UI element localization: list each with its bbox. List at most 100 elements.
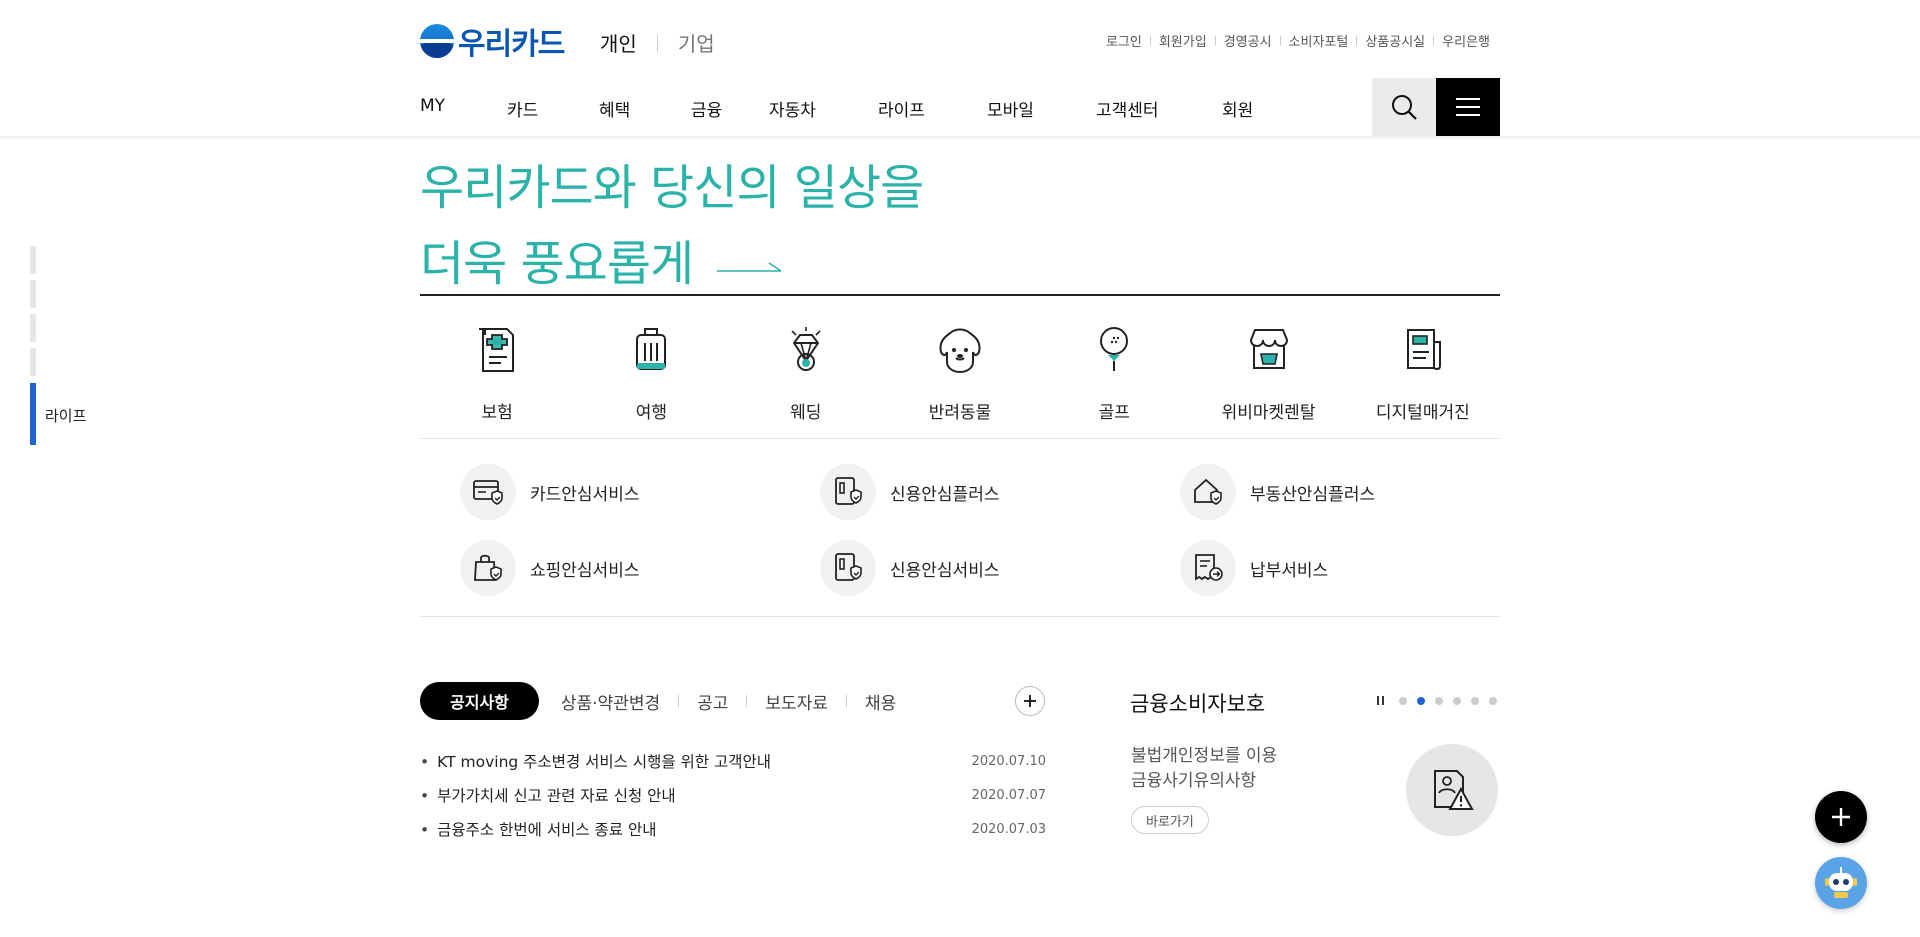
divider (1433, 35, 1435, 46)
woori-bank-link[interactable]: 우리은행 (1442, 31, 1490, 50)
section-indicator-item[interactable] (30, 246, 36, 274)
category-wibee-market-rental[interactable]: 위비마켓렌탈 (1191, 322, 1345, 423)
notice-more-button[interactable] (1015, 686, 1045, 716)
tab-notice[interactable]: 공지사항 (420, 682, 539, 720)
active-section-label: 라이프 (45, 407, 87, 425)
credit-shield-icon (820, 464, 876, 520)
plus-icon (1832, 808, 1850, 826)
search-button[interactable] (1372, 78, 1436, 136)
diamond-ring-icon (781, 322, 831, 378)
divider (746, 695, 748, 707)
nav-member[interactable]: 회원 (1222, 96, 1253, 121)
section-indicator-active[interactable]: 라이프 (30, 383, 86, 445)
notice-date: 2020.07.10 (971, 753, 1046, 769)
notice-title: 금융주소 한번에 서비스 종료 안내 (420, 818, 656, 840)
category-label: 반려동물 (928, 403, 992, 423)
pager-dot[interactable] (1489, 696, 1497, 705)
service-label: 납부서비스 (1250, 560, 1329, 581)
nav-automobile[interactable]: 자동차 (769, 96, 878, 121)
service-label: 신용안심플러스 (890, 484, 1000, 505)
nav-customer-center[interactable]: 고객센터 (1096, 96, 1222, 121)
customer-type-tabs: 개인 기업 (600, 28, 715, 57)
divider (1149, 35, 1151, 46)
notice-date: 2020.07.03 (971, 821, 1046, 837)
section-indicator-item[interactable] (30, 314, 36, 342)
category-pets[interactable]: 반려동물 (883, 322, 1037, 423)
nav-life[interactable]: 라이프 (878, 96, 987, 121)
service-label: 쇼핑안심서비스 (530, 560, 640, 581)
service-real-estate-plus[interactable]: 부동산안심플러스 (1180, 464, 1500, 520)
pause-icon[interactable] (1377, 696, 1384, 705)
tab-recruitment[interactable]: 채용 (865, 689, 896, 714)
pager-dot[interactable] (1471, 696, 1479, 705)
dog-icon (935, 322, 985, 378)
hero-divider (420, 294, 1500, 296)
woori-logo-icon (420, 24, 454, 58)
category-label: 위비마켓렌탈 (1221, 403, 1316, 423)
hero-line-2: 더욱 풍요롭게 (420, 236, 694, 292)
service-card-safety[interactable]: 카드안심서비스 (460, 464, 820, 520)
pager-dot[interactable] (1453, 696, 1461, 705)
section-indicator-item[interactable] (30, 280, 36, 308)
login-link[interactable]: 로그인 (1106, 31, 1142, 50)
tab-personal[interactable]: 개인 (600, 28, 637, 57)
robot-icon (1825, 867, 1857, 898)
notice-item[interactable]: 금융주소 한번에 서비스 종료 안내 2020.07.03 (420, 812, 1046, 846)
consumer-protection-title: 금융소비자보호 (1130, 692, 1266, 716)
category-digital-magazine[interactable]: 디지털매거진 (1346, 322, 1500, 423)
notice-title: KT moving 주소변경 서비스 시행을 위한 고객안내 (420, 750, 771, 772)
service-payment[interactable]: 납부서비스 (1180, 540, 1500, 596)
category-travel[interactable]: 여행 (574, 322, 728, 423)
service-label: 신용안심서비스 (890, 560, 1000, 581)
long-arrow-icon (717, 262, 782, 272)
section-indicator (30, 246, 36, 382)
notice-item[interactable]: 부가가치세 신고 관련 자료 신청 안내 2020.07.07 (420, 778, 1046, 812)
pager-dot[interactable] (1399, 696, 1407, 705)
tab-announcement[interactable]: 공고 (697, 689, 728, 714)
divider (1279, 35, 1281, 46)
quick-menu-button[interactable] (1815, 791, 1867, 843)
divider (1356, 35, 1358, 46)
service-label: 부동산안심플러스 (1250, 484, 1376, 505)
category-label: 여행 (635, 403, 668, 423)
category-golf[interactable]: 골프 (1037, 322, 1191, 423)
golf-ball-icon (1089, 322, 1139, 378)
plus-icon (1024, 695, 1036, 707)
tab-product-terms-change[interactable]: 상품·약관변경 (561, 689, 660, 714)
safety-service-list: 카드안심서비스 신용안심플러스 부동산안심플러스 쇼핑안심서비스 신용안심서비스… (460, 464, 1500, 596)
tab-press-release[interactable]: 보도자료 (765, 689, 828, 714)
woori-card-logo[interactable]: 우리카드 (420, 22, 565, 62)
divider (656, 33, 658, 52)
insurance-doc-icon (472, 322, 522, 378)
market-store-icon (1244, 322, 1294, 378)
credit-shield-icon (820, 540, 876, 596)
chatbot-button[interactable] (1815, 857, 1867, 909)
nav-card[interactable]: 카드 (507, 96, 599, 121)
nav-my[interactable]: MY (420, 96, 507, 121)
service-label: 카드안심서비스 (530, 484, 640, 505)
management-disclosure-link[interactable]: 경영공시 (1224, 31, 1272, 50)
notice-item[interactable]: KT moving 주소변경 서비스 시행을 위한 고객안내 2020.07.1… (420, 744, 1046, 778)
divider (420, 438, 1500, 439)
service-credit-safety[interactable]: 신용안심서비스 (820, 540, 1180, 596)
suitcase-icon (626, 322, 676, 378)
pager-dot-active[interactable] (1417, 696, 1425, 705)
service-shopping-safety[interactable]: 쇼핑안심서비스 (460, 540, 820, 596)
all-menu-button[interactable] (1436, 78, 1500, 136)
signup-link[interactable]: 회원가입 (1159, 31, 1207, 50)
magazine-icon (1398, 322, 1448, 378)
nav-mobile[interactable]: 모바일 (987, 96, 1096, 121)
category-wedding[interactable]: 웨딩 (729, 322, 883, 423)
pager-dot[interactable] (1435, 696, 1443, 705)
search-icon (1392, 95, 1417, 120)
consumer-portal-link[interactable]: 소비자포털 (1289, 31, 1349, 50)
go-button[interactable]: 바로가기 (1131, 806, 1209, 834)
category-insurance[interactable]: 보험 (420, 322, 574, 423)
service-credit-plus[interactable]: 신용안심플러스 (820, 464, 1180, 520)
notice-tabs: 공지사항 상품·약관변경 공고 보도자료 채용 (420, 682, 896, 720)
nav-finance[interactable]: 금융 (691, 96, 769, 121)
product-disclosure-link[interactable]: 상품공시실 (1365, 31, 1425, 50)
tab-corporate[interactable]: 기업 (678, 28, 715, 57)
section-indicator-item[interactable] (30, 348, 36, 376)
nav-benefits[interactable]: 혜택 (599, 96, 691, 121)
